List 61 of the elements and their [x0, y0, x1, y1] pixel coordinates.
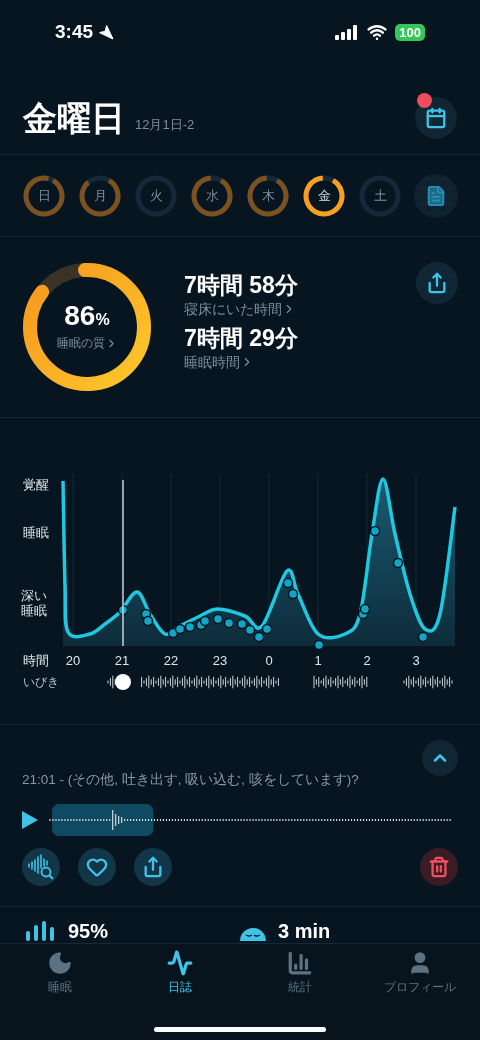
- page-title: 金曜日: [23, 101, 125, 135]
- metric-value: 7時間 29分: [184, 324, 298, 353]
- analyze-button[interactable]: [22, 848, 60, 887]
- day-ring[interactable]: 日: [22, 173, 66, 218]
- day-ring[interactable]: 水: [190, 173, 234, 218]
- wifi-icon: [367, 22, 388, 42]
- hour-label: 3: [412, 653, 420, 668]
- recording-title: 21:01 - (その他, 吐き出す, 吸い込む, 咳をしています)?: [22, 771, 360, 789]
- hour-label: 0: [265, 653, 273, 668]
- quality-score: 86%: [64, 302, 110, 330]
- metric-link[interactable]: 睡眠時間: [184, 353, 298, 371]
- tab[interactable]: 睡眠: [5, 950, 115, 996]
- share-button[interactable]: [416, 262, 458, 304]
- status-time: 3:45: [55, 19, 94, 44]
- share-icon: [426, 272, 448, 294]
- quality-link[interactable]: 睡眠の質: [56, 334, 118, 352]
- hour-label: 1: [314, 653, 322, 668]
- share-button[interactable]: [134, 848, 172, 887]
- document-icon: [425, 184, 447, 207]
- share-icon: [142, 856, 164, 879]
- date-range: 12月1日-2: [135, 115, 195, 134]
- stat-value: 3 min: [278, 921, 331, 941]
- favorite-button[interactable]: [78, 848, 116, 887]
- tab[interactable]: 日誌: [125, 950, 235, 996]
- axis-label: 時間: [23, 653, 49, 668]
- day-ring[interactable]: 木: [246, 173, 290, 218]
- notes-button[interactable]: [414, 173, 458, 218]
- scrubber-handle[interactable]: [115, 674, 131, 690]
- waveform-search-icon: [27, 854, 55, 881]
- axis-label: 深い睡眠: [21, 588, 48, 618]
- snore-label: いびき: [23, 675, 59, 689]
- stat-value: 95%: [68, 921, 109, 941]
- calendar-icon: [425, 107, 447, 129]
- hour-label: 2: [363, 653, 371, 668]
- delete-button[interactable]: [420, 848, 458, 887]
- axis-label: 睡眠: [23, 525, 49, 540]
- axis-label: 覚醒: [23, 477, 49, 492]
- hour-label: 20: [65, 653, 81, 668]
- tab[interactable]: プロフィール: [365, 950, 475, 996]
- moon-icon: [47, 950, 73, 976]
- day-ring[interactable]: 月: [78, 173, 122, 218]
- hour-label: 23: [212, 653, 228, 668]
- location-icon: [98, 24, 115, 40]
- metric-link[interactable]: 寝床にいた時間: [184, 300, 298, 318]
- day-ring[interactable]: 土: [358, 173, 402, 218]
- wave-icon: [167, 950, 193, 976]
- play-icon: [22, 811, 38, 830]
- play-button[interactable]: [22, 810, 40, 831]
- heart-icon: [86, 856, 108, 879]
- day-ring[interactable]: 火: [134, 173, 178, 218]
- trash-icon: [428, 856, 450, 879]
- collapse-button[interactable]: [422, 740, 458, 776]
- battery-indicator: 100: [395, 23, 425, 41]
- tab[interactable]: 統計: [245, 950, 355, 996]
- hour-label: 21: [114, 653, 130, 668]
- bars-icon: [287, 950, 313, 976]
- hour-label: 22: [163, 653, 179, 668]
- day-ring[interactable]: 金: [302, 173, 346, 218]
- bars-icon: [26, 921, 56, 941]
- metric-value: 7時間 58分: [184, 271, 298, 300]
- signal-icon: [335, 24, 360, 40]
